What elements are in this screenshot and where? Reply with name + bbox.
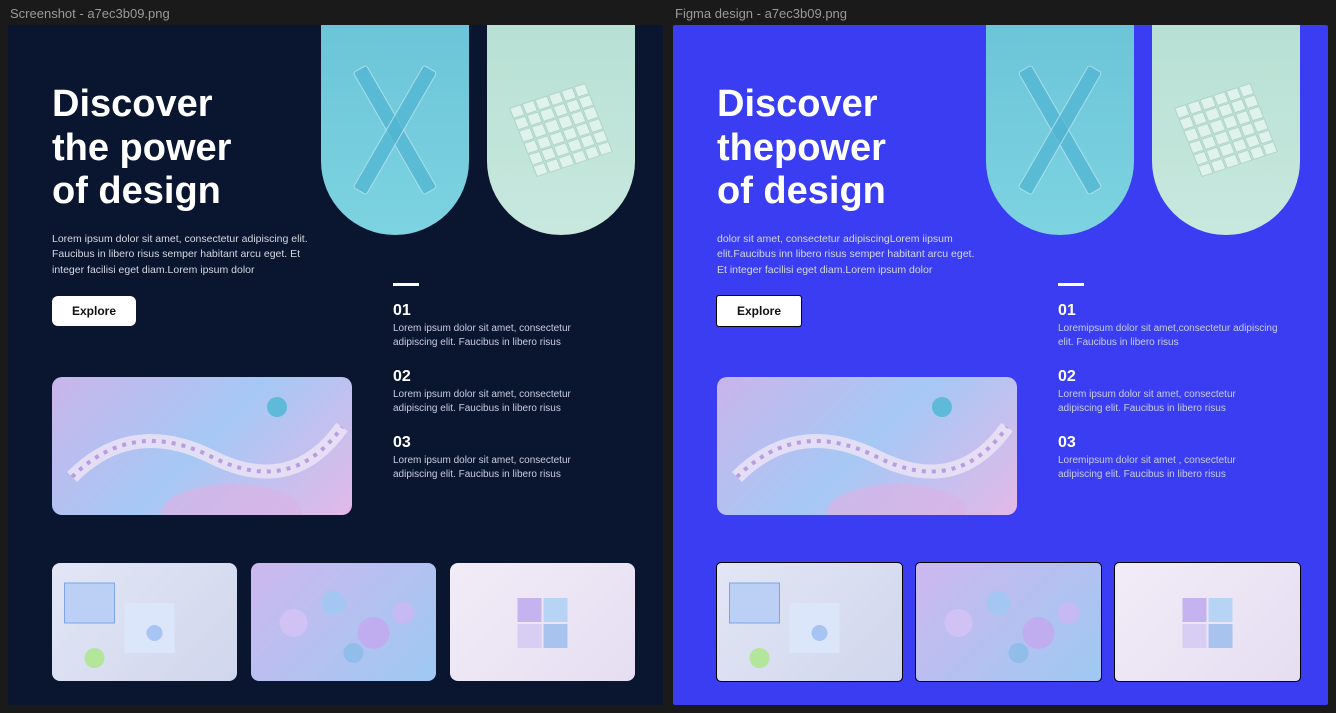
lab-scene-icon [717,563,902,681]
item-desc: Lorem ipsum dolor sit amet, consectetur … [393,322,613,350]
hero-title-line1: Discover [52,83,352,127]
screenshot-panel: Discover the power of design Lorem ipsum… [8,25,663,705]
item-desc: Loremipsum dolor sit amet,consectetur ad… [1058,322,1278,350]
thumbnail-3[interactable] [450,563,635,681]
feature-image [717,377,1017,515]
explore-button[interactable]: Explore [52,296,136,326]
item-number: 03 [393,434,633,452]
list-item: 01 Lorem ipsum dolor sit amet, consectet… [393,302,633,350]
arch-images [321,25,635,235]
hero-body: dolor sit amet, consectetur adipiscingLo… [717,232,987,278]
hero-title: Discover the power of design [52,83,352,214]
screenshot-panel-label: Screenshot - a7ec3b09.png [8,6,663,21]
hero-block: Discover thepower of design dolor sit am… [717,83,1017,326]
hero-title-line2: the power [52,127,352,171]
list-item: 03 Lorem ipsum dolor sit amet, consectet… [393,434,633,482]
arch-image-1 [321,25,469,235]
item-desc: Lorem ipsum dolor sit amet, consectetur … [393,388,613,416]
feature-image [52,377,352,515]
numbered-list: 01 Loremipsum dolor sit amet,consectetur… [1058,283,1298,500]
list-item: 02 Lorem ipsum dolor sit amet, consectet… [393,368,633,416]
screenshot-panel-wrap: Screenshot - a7ec3b09.png Discover the p… [8,6,663,705]
hero-title-line2: thepower [717,127,1017,171]
hero-body: Lorem ipsum dolor sit amet, consectetur … [52,232,322,278]
voxel-cube-icon [509,83,613,177]
workspace: Screenshot - a7ec3b09.png Discover the p… [0,0,1336,713]
rubik-cube-icon [450,563,635,681]
abstract-x-shape-icon [350,75,440,185]
list-item: 03 Loremipsum dolor sit amet , consectet… [1058,434,1298,482]
abstract-tube-icon [717,377,1017,515]
abstract-x-shape-icon [1015,75,1105,185]
thumbnail-row [717,563,1300,681]
thumbnail-1[interactable] [717,563,902,681]
lab-scene-icon [52,563,237,681]
arch-image-2 [1152,25,1300,235]
crystal-cluster-icon [251,563,436,681]
hero-block: Discover the power of design Lorem ipsum… [52,83,352,326]
item-number: 01 [1058,302,1298,320]
item-desc: Loremipsum dolor sit amet , consectetur … [1058,454,1278,482]
figma-panel-label: Figma design - a7ec3b09.png [673,6,1328,21]
list-item: 01 Loremipsum dolor sit amet,consectetur… [1058,302,1298,350]
thumbnail-2[interactable] [916,563,1101,681]
arch-images [986,25,1300,235]
abstract-tube-icon [52,377,352,515]
hero-title: Discover thepower of design [717,83,1017,214]
crystal-cluster-icon [916,563,1101,681]
divider-rule [1058,283,1084,286]
rubik-cube-icon [1115,563,1300,681]
thumbnail-3[interactable] [1115,563,1300,681]
arch-image-2 [487,25,635,235]
thumbnail-row [52,563,635,681]
arch-image-1 [986,25,1134,235]
hero-title-line1: Discover [717,83,1017,127]
item-desc: Lorem ipsum dolor sit amet, consectetur … [393,454,613,482]
hero-title-line3: of design [717,170,1017,214]
voxel-cube-icon [1174,83,1278,177]
item-desc: Lorem ipsum dolor sit amet, consectetur … [1058,388,1278,416]
thumbnail-1[interactable] [52,563,237,681]
thumbnail-2[interactable] [251,563,436,681]
item-number: 02 [393,368,633,386]
divider-rule [393,283,419,286]
hero-title-line3: of design [52,170,352,214]
explore-button[interactable]: Explore [717,296,801,326]
list-item: 02 Lorem ipsum dolor sit amet, consectet… [1058,368,1298,416]
item-number: 02 [1058,368,1298,386]
item-number: 03 [1058,434,1298,452]
numbered-list: 01 Lorem ipsum dolor sit amet, consectet… [393,283,633,500]
figma-panel-wrap: Figma design - a7ec3b09.png Discover the… [673,6,1328,705]
item-number: 01 [393,302,633,320]
figma-panel: Discover thepower of design dolor sit am… [673,25,1328,705]
